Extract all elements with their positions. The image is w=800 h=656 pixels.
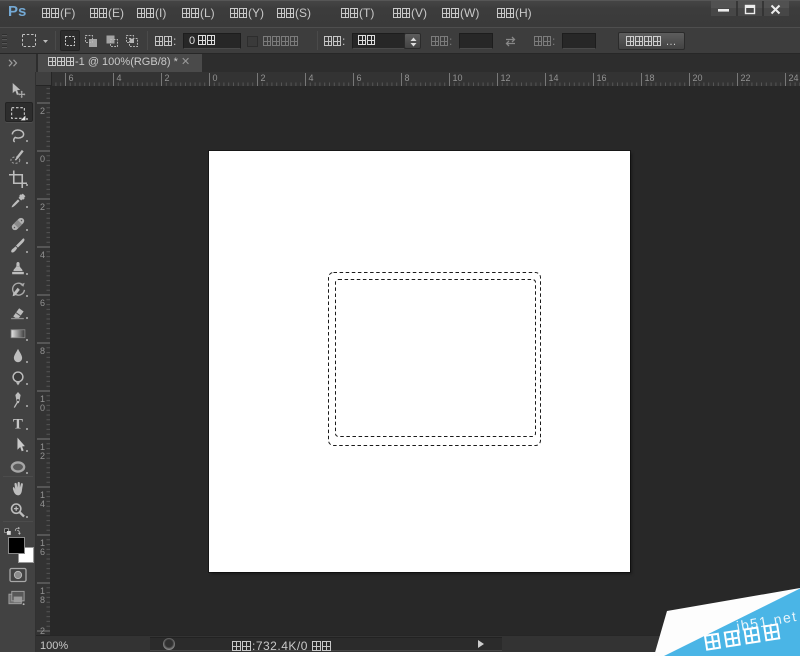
svg-text:2: 2	[40, 106, 45, 116]
svg-text:6: 6	[357, 73, 362, 83]
svg-text:6: 6	[40, 547, 45, 557]
svg-text:4: 4	[40, 250, 45, 260]
svg-text:6: 6	[69, 73, 74, 83]
svg-text:6: 6	[40, 298, 45, 308]
svg-text:4: 4	[117, 73, 122, 83]
svg-text:20: 20	[693, 73, 703, 83]
svg-text:14: 14	[549, 73, 559, 83]
svg-text:4: 4	[309, 73, 314, 83]
svg-text:8: 8	[40, 595, 45, 605]
svg-text:8: 8	[40, 346, 45, 356]
svg-text:0: 0	[40, 154, 45, 164]
svg-text:22: 22	[741, 73, 751, 83]
svg-text:0: 0	[213, 73, 218, 83]
svg-text:10: 10	[453, 73, 463, 83]
svg-text:T: T	[13, 416, 23, 432]
svg-text:2: 2	[165, 73, 170, 83]
svg-text:24: 24	[789, 73, 799, 83]
svg-text:2: 2	[261, 73, 266, 83]
svg-text:18: 18	[645, 73, 655, 83]
svg-text:2: 2	[40, 626, 45, 635]
svg-text:4: 4	[40, 499, 45, 509]
svg-text:12: 12	[501, 73, 511, 83]
svg-text:8: 8	[405, 73, 410, 83]
svg-text:2: 2	[40, 202, 45, 212]
svg-text:16: 16	[597, 73, 607, 83]
svg-text:0: 0	[40, 403, 45, 413]
svg-text:2: 2	[40, 451, 45, 461]
